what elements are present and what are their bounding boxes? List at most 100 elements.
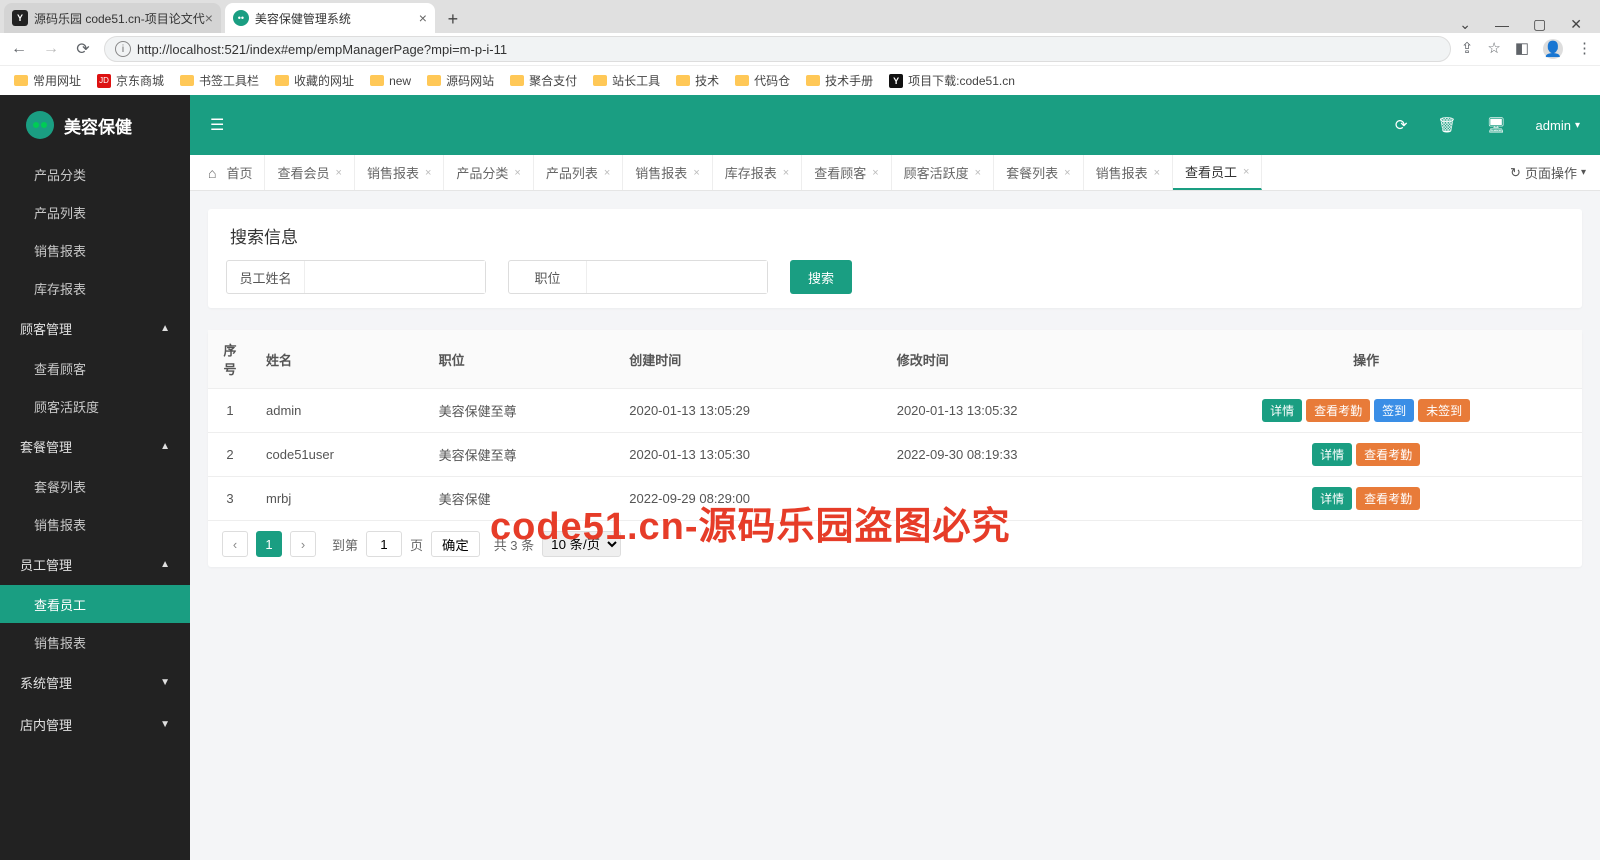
- tab-close-icon[interactable]: ×: [336, 167, 342, 179]
- action-查看考勤[interactable]: 查看考勤: [1356, 443, 1420, 466]
- tab-close-icon[interactable]: ×: [1064, 167, 1070, 179]
- page-tab[interactable]: 产品列表×: [534, 155, 623, 190]
- bookmark-item[interactable]: 站长工具: [593, 72, 660, 89]
- page-tab[interactable]: 查看会员×: [265, 155, 354, 190]
- action-详情[interactable]: 详情: [1312, 443, 1352, 466]
- bookmark-item[interactable]: 书签工具栏: [180, 72, 259, 89]
- tab-close-icon[interactable]: ×: [975, 167, 981, 179]
- nav-reload-icon[interactable]: ⟳: [72, 39, 94, 59]
- pager-goto-input[interactable]: [366, 531, 402, 557]
- tab-close-icon[interactable]: ×: [205, 10, 213, 26]
- tab-close-icon[interactable]: ×: [425, 167, 431, 179]
- sidebar-group-head[interactable]: 店内管理▼: [0, 703, 190, 745]
- bookmark-item[interactable]: Y项目下载:code51.cn: [889, 72, 1015, 89]
- page-tab-label: 销售报表: [635, 163, 687, 182]
- tab-close-icon[interactable]: ×: [693, 167, 699, 179]
- page-tab[interactable]: 套餐列表×: [994, 155, 1083, 190]
- position-input[interactable]: [587, 261, 767, 293]
- address-bar[interactable]: i http://localhost:521/index#emp/empMana…: [104, 36, 1451, 62]
- pager-page-1[interactable]: 1: [256, 531, 282, 557]
- folder-icon: [275, 75, 289, 86]
- sidebar-item[interactable]: 顾客活跃度: [0, 387, 190, 425]
- browser-tab-strip: Y源码乐园 code51.cn-项目论文代×••美容保健管理系统× + ⌄ — …: [0, 0, 1600, 33]
- new-tab-button[interactable]: +: [439, 5, 467, 33]
- page-tab[interactable]: 查看员工×: [1173, 155, 1262, 190]
- sidebar-group-head[interactable]: 套餐管理▲: [0, 425, 190, 467]
- window-controls: ⌄ — ▢ ✕: [1459, 16, 1600, 33]
- sidebar-item[interactable]: 查看员工: [0, 585, 190, 623]
- tab-close-icon[interactable]: ×: [514, 167, 520, 179]
- action-未签到[interactable]: 未签到: [1418, 399, 1470, 422]
- window-minimize-icon[interactable]: —: [1495, 17, 1509, 33]
- sidebar-item[interactable]: 销售报表: [0, 505, 190, 543]
- window-chevron-icon[interactable]: ⌄: [1459, 16, 1471, 33]
- window-close-icon[interactable]: ✕: [1570, 16, 1582, 33]
- brand-logo[interactable]: 美容保健: [0, 95, 190, 155]
- action-查看考勤[interactable]: 查看考勤: [1356, 487, 1420, 510]
- sidebar-toggle-icon[interactable]: ☰: [210, 115, 224, 135]
- bookmark-item[interactable]: 代码仓: [735, 72, 790, 89]
- search-button[interactable]: 搜索: [790, 260, 852, 294]
- chevron-down-icon: ▾: [1581, 167, 1586, 178]
- page-tab[interactable]: 首页: [196, 155, 265, 190]
- browser-tab[interactable]: ••美容保健管理系统×: [225, 3, 435, 33]
- extension-icon[interactable]: ◧: [1515, 39, 1529, 59]
- tab-close-icon[interactable]: ×: [1154, 167, 1160, 179]
- window-maximize-icon[interactable]: ▢: [1533, 16, 1546, 33]
- sidebar-item[interactable]: 套餐列表: [0, 467, 190, 505]
- menu-icon[interactable]: ⋮: [1577, 39, 1592, 59]
- sidebar-item[interactable]: 销售报表: [0, 623, 190, 661]
- sidebar-item[interactable]: 库存报表: [0, 269, 190, 307]
- page-tab[interactable]: 查看顾客×: [802, 155, 891, 190]
- browser-tab[interactable]: Y源码乐园 code51.cn-项目论文代×: [4, 3, 221, 33]
- pager-prev[interactable]: ‹: [222, 531, 248, 557]
- sidebar-group-head[interactable]: 系统管理▼: [0, 661, 190, 703]
- bookmark-item[interactable]: 源码网站: [427, 72, 494, 89]
- table-cell: 1: [208, 389, 252, 433]
- sidebar-item[interactable]: 产品分类: [0, 155, 190, 193]
- dashboard-icon[interactable]: 🖥: [1487, 116, 1506, 134]
- action-签到[interactable]: 签到: [1374, 399, 1414, 422]
- sidebar-group-head[interactable]: 员工管理▲: [0, 543, 190, 585]
- action-详情[interactable]: 详情: [1312, 487, 1352, 510]
- sidebar-item[interactable]: 销售报表: [0, 231, 190, 269]
- sidebar-item[interactable]: 产品列表: [0, 193, 190, 231]
- refresh-icon[interactable]: ⟳: [1395, 116, 1408, 134]
- page-tab[interactable]: 销售报表×: [1084, 155, 1173, 190]
- emp-name-input[interactable]: [305, 261, 485, 293]
- bookmark-item[interactable]: 技术手册: [806, 72, 873, 89]
- page-tab[interactable]: 产品分类×: [444, 155, 533, 190]
- action-详情[interactable]: 详情: [1262, 399, 1302, 422]
- nav-forward-icon[interactable]: →: [40, 40, 62, 58]
- pager-next[interactable]: ›: [290, 531, 316, 557]
- action-查看考勤[interactable]: 查看考勤: [1306, 399, 1370, 422]
- bookmark-item[interactable]: 聚合支付: [510, 72, 577, 89]
- page-tab[interactable]: 销售报表 ×: [623, 155, 712, 190]
- tab-close-icon[interactable]: ×: [872, 167, 878, 179]
- tab-close-icon[interactable]: ×: [604, 167, 610, 179]
- page-tab[interactable]: 库存报表×: [713, 155, 802, 190]
- share-icon[interactable]: ⇪: [1461, 39, 1474, 59]
- pager-perpage-select[interactable]: 10 条/页: [542, 531, 621, 557]
- bookmark-item[interactable]: JD京东商城: [97, 72, 164, 89]
- tab-close-icon[interactable]: ×: [783, 167, 789, 179]
- delete-icon[interactable]: 🗑: [1437, 116, 1456, 134]
- pager-ok-button[interactable]: 确定: [431, 531, 480, 557]
- profile-icon[interactable]: 👤: [1543, 39, 1563, 59]
- page-operations-menu[interactable]: 页面操作 ▾: [1496, 155, 1600, 190]
- bookmark-item[interactable]: 收藏的网址: [275, 72, 354, 89]
- user-menu[interactable]: admin ▾: [1536, 118, 1580, 133]
- table-cell: 2022-09-29 08:29:00: [615, 477, 882, 521]
- page-tab[interactable]: 销售报表×: [355, 155, 444, 190]
- star-icon[interactable]: ☆: [1487, 39, 1500, 59]
- tab-close-icon[interactable]: ×: [419, 10, 427, 26]
- bookmark-item[interactable]: new: [370, 74, 411, 88]
- bookmark-item[interactable]: 常用网址: [14, 72, 81, 89]
- bookmark-item[interactable]: 技术: [676, 72, 719, 89]
- sidebar-item[interactable]: 查看顾客: [0, 349, 190, 387]
- tab-close-icon[interactable]: ×: [1243, 166, 1249, 178]
- page-tab[interactable]: 顾客活跃度×: [892, 155, 994, 190]
- sidebar-group-head[interactable]: 顾客管理▲: [0, 307, 190, 349]
- site-info-icon[interactable]: i: [115, 41, 131, 57]
- nav-back-icon[interactable]: ←: [8, 40, 30, 58]
